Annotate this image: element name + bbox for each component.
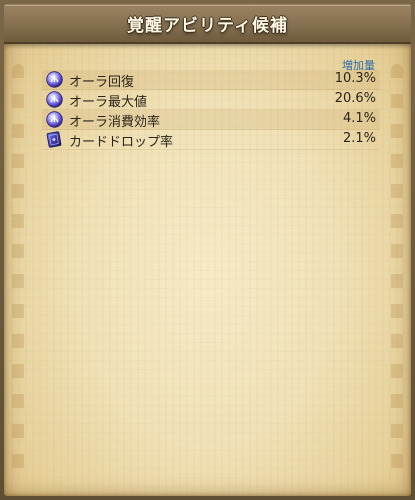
ability-value: 20.6% <box>334 91 376 106</box>
ability-row-card-drop: カードドロップ率 2.1% <box>42 130 380 150</box>
window-title: 覚醒アビリティ候補 <box>127 16 288 36</box>
ability-value: 10.3% <box>334 71 376 86</box>
parchment-panel: 覚醒アビリティ候補 増加量 オーラ回復 10.3% オーラ最大値 20.6% オ… <box>4 4 411 496</box>
ability-value: 4.1% <box>342 111 376 126</box>
ability-row-aura-efficiency: オーラ消費効率 4.1% <box>42 110 380 130</box>
aura-orb-icon <box>46 111 63 128</box>
ability-label: オーラ最大値 <box>69 95 148 110</box>
ability-label: カードドロップ率 <box>69 135 174 150</box>
right-border-ornament <box>391 64 403 484</box>
ability-label: オーラ消費効率 <box>69 115 161 130</box>
ability-row-aura-recovery: オーラ回復 10.3% <box>42 70 380 90</box>
ability-row-aura-max: オーラ最大値 20.6% <box>42 90 380 110</box>
left-border-ornament <box>12 64 24 484</box>
ability-label: オーラ回復 <box>69 75 135 90</box>
card-icon <box>46 131 63 148</box>
ability-list: オーラ回復 10.3% オーラ最大値 20.6% オーラ消費効率 4.1% カー… <box>42 70 380 150</box>
aura-orb-icon <box>46 91 63 108</box>
title-bar: 覚醒アビリティ候補 <box>4 4 411 44</box>
window-frame: 覚醒アビリティ候補 増加量 オーラ回復 10.3% オーラ最大値 20.6% オ… <box>0 0 415 500</box>
ability-value: 2.1% <box>342 131 376 146</box>
aura-orb-icon <box>46 71 63 88</box>
